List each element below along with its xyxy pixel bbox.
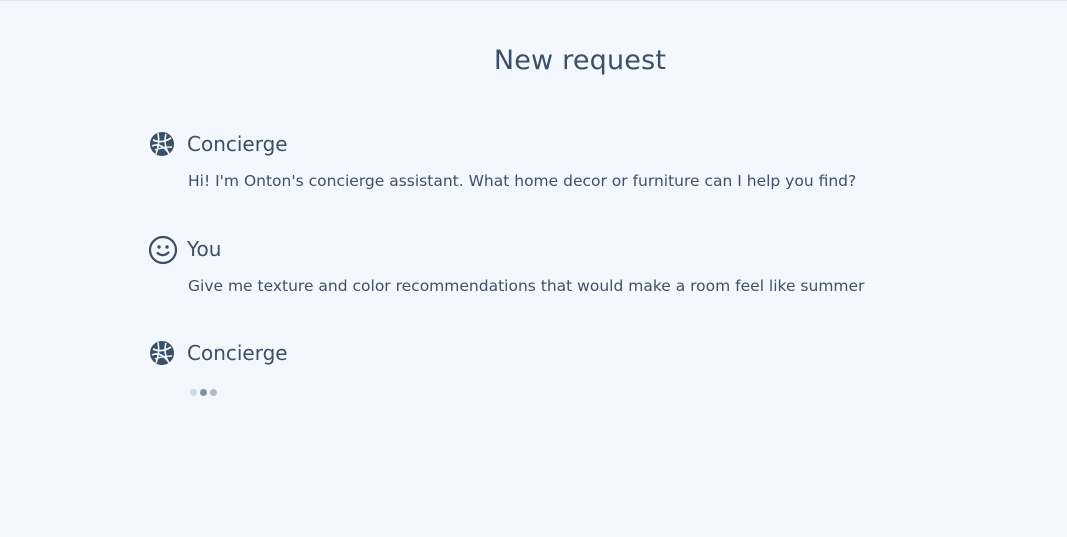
message-text: Hi! I'm Onton's concierge assistant. Wha… — [188, 172, 857, 190]
chat-message-user: You Give me texture and color recommenda… — [148, 234, 864, 295]
chat-message-concierge: Concierge Hi! I'm Onton's concierge assi… — [148, 129, 856, 190]
typing-dot — [210, 389, 217, 396]
message-header: Concierge — [148, 338, 288, 368]
sender-name: Concierge — [187, 341, 288, 365]
message-text: Give me texture and color recommendation… — [188, 277, 865, 295]
sender-name: Concierge — [187, 132, 288, 156]
message-header: You — [148, 234, 864, 265]
typing-dot — [200, 389, 207, 396]
smiley-face-icon — [148, 235, 178, 265]
concierge-logo-icon — [148, 130, 176, 158]
concierge-logo-icon — [148, 339, 176, 367]
typing-dot — [190, 389, 197, 396]
message-header: Concierge — [148, 129, 856, 159]
typing-indicator — [190, 389, 288, 396]
sender-name: You — [187, 237, 222, 261]
page-title: New request — [493, 45, 667, 76]
chat-message-concierge-typing: Concierge — [148, 338, 288, 396]
